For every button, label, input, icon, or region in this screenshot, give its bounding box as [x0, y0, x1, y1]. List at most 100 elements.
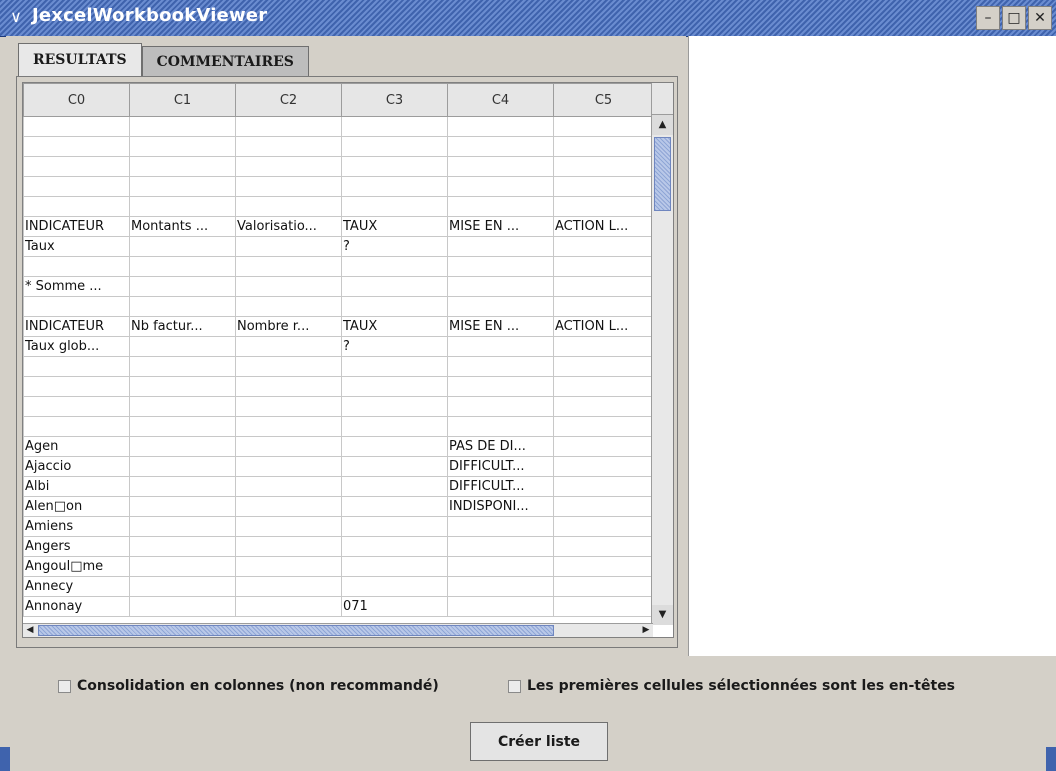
table-cell[interactable] [235, 396, 342, 417]
table-cell[interactable] [235, 276, 342, 297]
table-cell[interactable] [235, 356, 342, 377]
table-cell[interactable] [341, 556, 448, 577]
table-cell[interactable] [129, 336, 236, 357]
table-cell[interactable] [235, 256, 342, 277]
table-cell[interactable]: Taux [23, 236, 130, 257]
table-cell[interactable] [553, 576, 654, 597]
table-row[interactable]: Amiens [23, 516, 654, 537]
table-cell[interactable] [23, 376, 130, 397]
minimize-icon[interactable]: – [976, 6, 1000, 30]
column-header-c4[interactable]: C4 [447, 83, 554, 117]
table-cell[interactable]: Angers [23, 536, 130, 557]
table-cell[interactable] [553, 476, 654, 497]
table-cell[interactable]: MISE EN ... [447, 316, 554, 337]
table-row[interactable] [23, 376, 654, 397]
table-cell[interactable]: Amiens [23, 516, 130, 537]
table-cell[interactable] [553, 196, 654, 217]
table-cell[interactable] [23, 196, 130, 217]
headers-option[interactable]: Les premières cellules sélectionnées son… [508, 678, 955, 694]
table-cell[interactable] [235, 496, 342, 517]
table-cell[interactable] [553, 416, 654, 437]
table-cell[interactable] [129, 176, 236, 197]
table-row[interactable] [23, 396, 654, 417]
table-cell[interactable] [341, 536, 448, 557]
table-cell[interactable] [129, 156, 236, 177]
table-cell[interactable] [553, 116, 654, 137]
table-cell[interactable]: Albi [23, 476, 130, 497]
spreadsheet-grid[interactable]: C0 C1 C2 C3 C4 C5 INDICATEUR Montants ... Valor… [22, 82, 674, 638]
table-cell[interactable] [447, 336, 554, 357]
column-header-c5[interactable]: C5 [553, 83, 654, 117]
table-row[interactable]: INDICATEUR Nb factur... Nombre r... TAUX MIS… [23, 316, 654, 337]
table-cell[interactable] [447, 376, 554, 397]
scroll-up-icon[interactable]: ▲ [652, 115, 673, 135]
table-row[interactable]: INDICATEUR Montants ... Valorisatio... TAUX… [23, 216, 654, 237]
table-cell[interactable] [553, 336, 654, 357]
table-cell[interactable] [447, 116, 554, 137]
table-cell[interactable] [341, 376, 448, 397]
table-cell[interactable] [129, 596, 236, 617]
table-cell[interactable] [129, 576, 236, 597]
table-row[interactable] [23, 116, 654, 137]
horizontal-scrollbar[interactable]: ◀ ▶ [23, 623, 653, 637]
spreadsheet-table[interactable]: C0 C1 C2 C3 C4 C5 INDICATEUR Montants ... Valor… [23, 83, 654, 617]
close-icon[interactable]: ✕ [1028, 6, 1052, 30]
table-cell[interactable] [235, 576, 342, 597]
vertical-scroll-thumb[interactable] [654, 137, 671, 211]
table-cell[interactable] [553, 376, 654, 397]
table-cell[interactable] [553, 516, 654, 537]
table-cell[interactable]: ? [341, 336, 448, 357]
table-cell[interactable] [341, 136, 448, 157]
table-cell[interactable] [341, 196, 448, 217]
table-cell[interactable] [447, 356, 554, 377]
table-cell[interactable] [129, 396, 236, 417]
table-cell[interactable] [129, 496, 236, 517]
table-cell[interactable] [553, 176, 654, 197]
table-cell[interactable]: DIFFICULT... [447, 456, 554, 477]
table-cell[interactable] [235, 416, 342, 437]
table-row[interactable] [23, 356, 654, 377]
table-cell[interactable] [23, 116, 130, 137]
table-cell[interactable] [23, 416, 130, 437]
table-row[interactable]: Albi DIFFICULT... [23, 476, 654, 497]
table-cell[interactable] [129, 516, 236, 537]
table-cell[interactable] [447, 136, 554, 157]
table-cell[interactable] [129, 276, 236, 297]
table-row[interactable] [23, 256, 654, 277]
table-cell[interactable] [341, 116, 448, 137]
table-cell[interactable] [553, 596, 654, 617]
table-cell[interactable]: Angoul□me [23, 556, 130, 577]
table-cell[interactable] [341, 396, 448, 417]
table-cell[interactable]: INDICATEUR [23, 216, 130, 237]
table-cell[interactable] [447, 176, 554, 197]
table-cell[interactable]: INDICATEUR [23, 316, 130, 337]
table-cell[interactable] [553, 256, 654, 277]
table-cell[interactable] [129, 416, 236, 437]
table-cell[interactable] [129, 556, 236, 577]
table-cell[interactable] [341, 156, 448, 177]
table-cell[interactable] [341, 256, 448, 277]
table-cell[interactable] [447, 396, 554, 417]
table-cell[interactable] [553, 296, 654, 317]
table-cell[interactable] [447, 416, 554, 437]
scroll-down-icon[interactable]: ▼ [652, 605, 673, 625]
table-cell[interactable]: ? [341, 236, 448, 257]
table-cell[interactable] [553, 436, 654, 457]
table-cell[interactable] [235, 116, 342, 137]
table-cell[interactable] [23, 296, 130, 317]
table-cell[interactable] [341, 576, 448, 597]
table-cell[interactable] [23, 136, 130, 157]
table-cell[interactable]: DIFFICULT... [447, 476, 554, 497]
table-cell[interactable] [553, 456, 654, 477]
table-cell[interactable] [235, 596, 342, 617]
scroll-right-icon[interactable]: ▶ [639, 624, 653, 637]
table-cell[interactable] [553, 156, 654, 177]
create-list-button[interactable]: Créer liste [470, 722, 608, 761]
table-cell[interactable] [553, 536, 654, 557]
table-cell[interactable] [341, 176, 448, 197]
table-cell[interactable] [553, 136, 654, 157]
table-cell[interactable] [341, 296, 448, 317]
table-cell[interactable]: Alen□on [23, 496, 130, 517]
table-cell[interactable]: PAS DE DI... [447, 436, 554, 457]
table-cell[interactable] [235, 376, 342, 397]
